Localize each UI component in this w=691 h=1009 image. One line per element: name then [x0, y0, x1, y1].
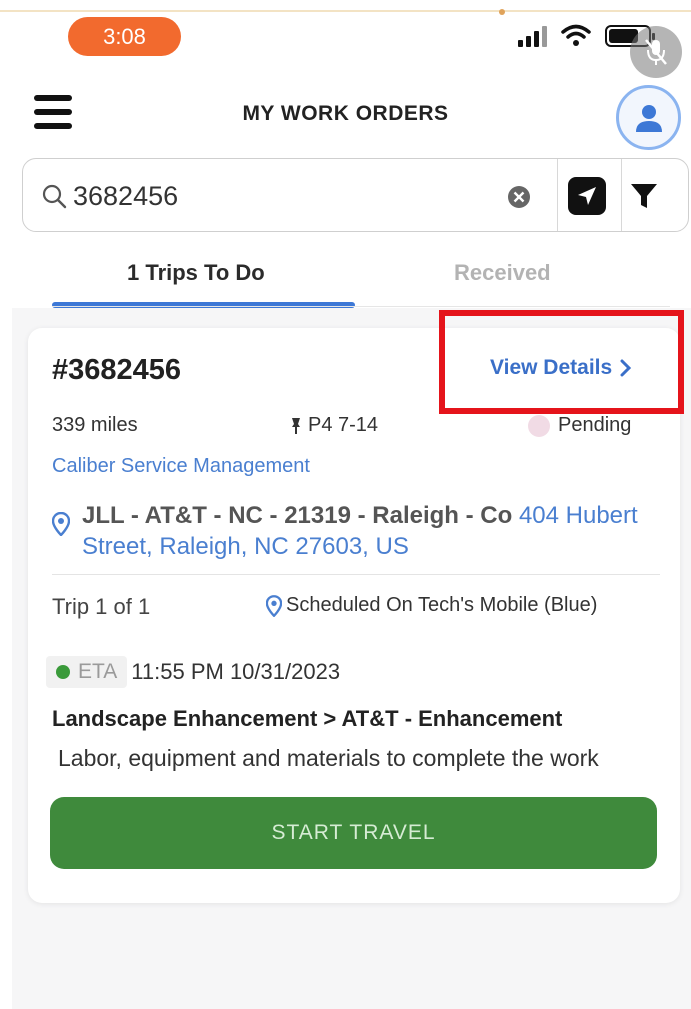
- status-label: Pending: [558, 414, 632, 436]
- work-order-number: #3682456: [52, 354, 182, 386]
- tab-trips-to-do[interactable]: 1 Trips To Do: [127, 260, 265, 286]
- distance-miles: 339 miles: [52, 414, 138, 436]
- start-travel-button[interactable]: START TRAVEL: [50, 797, 657, 869]
- highlight-annotation-box: [439, 310, 684, 414]
- search-icon: [42, 184, 67, 209]
- eta-label: ETA: [78, 660, 118, 683]
- company-name[interactable]: Caliber Service Management: [52, 455, 310, 478]
- top-accent-line: [0, 10, 691, 12]
- signal-icon: [518, 25, 547, 47]
- wifi-icon: [561, 24, 591, 46]
- service-title: Landscape Enhancement > AT&T - Enhanceme…: [52, 706, 563, 731]
- card-divider: [52, 574, 660, 575]
- eta-value: 11:55 PM 10/31/2023: [131, 659, 341, 684]
- location-pin-icon: [266, 594, 282, 617]
- filter-icon[interactable]: [629, 181, 659, 211]
- scheduled-info: Scheduled On Tech's Mobile (Blue): [266, 594, 597, 617]
- scheduled-label: Scheduled On Tech's Mobile (Blue): [286, 594, 598, 616]
- pin-icon: [292, 417, 300, 434]
- user-icon: [635, 104, 662, 132]
- app-header: MY WORK ORDERS: [0, 80, 691, 150]
- priority-label: P4 7-14: [308, 414, 379, 436]
- search-divider: [557, 159, 558, 231]
- eta-status-dot: [56, 665, 70, 679]
- mic-muted-icon[interactable]: [630, 26, 682, 78]
- site-name: JLL - AT&T - NC - 21319 - Raleigh - Co: [82, 502, 513, 529]
- status-time-pill: 3:08: [68, 17, 181, 56]
- search-divider-2: [621, 159, 622, 231]
- status-time: 3:08: [103, 23, 146, 49]
- location-pin-icon: [52, 512, 70, 536]
- navigation-button[interactable]: [568, 177, 606, 215]
- priority: P4 7-14: [290, 414, 378, 437]
- top-accent-dot: [499, 9, 505, 15]
- work-order-card[interactable]: #3682456 View Details 339 miles P4 7-14 …: [28, 328, 680, 903]
- eta-badge: ETA: [46, 656, 128, 688]
- profile-avatar[interactable]: [616, 85, 681, 150]
- tabs-divider: [52, 306, 670, 307]
- page-title: MY WORK ORDERS: [242, 102, 449, 125]
- trip-row: Trip 1 of 1 Scheduled On Tech's Mobile (…: [52, 594, 662, 624]
- eta-row: ETA 11:55 PM 10/31/2023: [46, 654, 340, 690]
- clear-search-icon[interactable]: [507, 185, 531, 209]
- tab-received[interactable]: Received: [454, 260, 551, 286]
- search-input[interactable]: [73, 177, 493, 215]
- search-bar: [22, 158, 689, 232]
- work-order-meta: 339 miles P4 7-14 Pending: [52, 414, 652, 442]
- trip-count: Trip 1 of 1: [52, 594, 151, 619]
- tab-bar: 1 Trips To Do Received: [52, 250, 667, 312]
- work-order-status: Pending: [528, 414, 631, 437]
- clock-icon: [528, 414, 550, 437]
- service-description: Labor, equipment and materials to comple…: [58, 745, 599, 771]
- navigation-arrow-icon: [578, 187, 596, 205]
